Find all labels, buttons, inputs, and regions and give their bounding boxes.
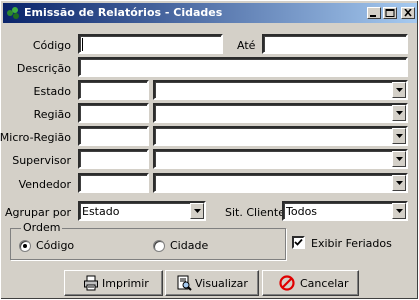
printer-icon — [84, 275, 98, 291]
visualizar-button[interactable]: Visualizar — [165, 270, 259, 296]
regiao-select[interactable] — [153, 103, 408, 123]
codigo-label: Código — [32, 39, 71, 52]
sitcliente-label: Sit. Cliente — [225, 206, 285, 219]
estado-dropdown-button[interactable] — [392, 82, 406, 98]
microregiao-label: Micro-Região — [0, 131, 71, 144]
maximize-button[interactable] — [383, 7, 397, 19]
close-icon — [404, 9, 412, 17]
cancel-icon — [279, 275, 295, 291]
chevron-down-icon — [396, 209, 403, 213]
ordem-legend: Ordem — [21, 221, 63, 234]
maximize-icon — [385, 9, 395, 17]
descricao-label: Descrição — [16, 62, 71, 75]
agrupar-select[interactable]: Estado — [78, 201, 206, 221]
chevron-down-icon — [396, 157, 403, 161]
ordem-codigo-radio[interactable] — [19, 240, 31, 252]
ate-label: Até — [237, 39, 256, 52]
preview-icon — [177, 275, 192, 291]
microregiao-select[interactable] — [153, 126, 408, 146]
supervisor-code-input[interactable] — [78, 149, 149, 169]
microregiao-code-input[interactable] — [78, 126, 149, 146]
close-button[interactable] — [401, 7, 415, 19]
text-caret — [82, 38, 83, 51]
chevron-down-icon — [396, 181, 403, 185]
minimize-icon — [370, 15, 376, 17]
agrupar-label: Agrupar por — [5, 206, 71, 219]
ordem-cidade-label[interactable]: Cidade — [170, 239, 208, 252]
window-title: Emissão de Relatórios - Cidades — [24, 6, 223, 19]
cancelar-button[interactable]: Cancelar — [262, 270, 359, 296]
app-icon — [7, 7, 19, 19]
visualizar-label: Visualizar — [195, 277, 248, 290]
title-bar[interactable]: Emissão de Relatórios - Cidades — [3, 3, 417, 23]
imprimir-label: Imprimir — [102, 277, 149, 290]
imprimir-button[interactable]: Imprimir — [64, 270, 163, 296]
supervisor-label: Supervisor — [12, 154, 71, 167]
exibir-feriados-checkbox[interactable] — [292, 236, 305, 249]
chevron-down-icon — [396, 111, 403, 115]
codigo-input[interactable] — [78, 34, 223, 54]
estado-select[interactable] — [153, 80, 408, 100]
chevron-down-icon — [396, 88, 403, 92]
report-window: Emissão de Relatórios - Cidades Código A… — [0, 0, 419, 300]
chevron-down-icon — [194, 209, 201, 213]
regiao-label: Região — [33, 108, 71, 121]
exibir-feriados-label[interactable]: Exibir Feriados — [311, 237, 392, 250]
supervisor-select[interactable] — [153, 149, 408, 169]
vendedor-select[interactable] — [153, 173, 408, 193]
chevron-down-icon — [396, 134, 403, 138]
vendedor-label: Vendedor — [18, 178, 71, 191]
sitcliente-dropdown-button[interactable] — [392, 203, 406, 219]
descricao-input[interactable] — [78, 57, 408, 77]
regiao-dropdown-button[interactable] — [392, 105, 406, 121]
supervisor-dropdown-button[interactable] — [392, 151, 406, 167]
checkmark-icon — [294, 238, 303, 246]
estado-label: Estado — [33, 85, 71, 98]
ordem-group: Ordem Código Cidade — [10, 221, 286, 260]
ordem-cidade-radio[interactable] — [153, 240, 165, 252]
radio-selected-dot — [23, 244, 27, 248]
minimize-button[interactable] — [367, 7, 381, 19]
ate-input[interactable] — [262, 34, 408, 54]
vendedor-code-input[interactable] — [78, 173, 149, 193]
agrupar-dropdown-button[interactable] — [190, 203, 204, 219]
cancelar-label: Cancelar — [300, 277, 349, 290]
microregiao-dropdown-button[interactable] — [392, 128, 406, 144]
ordem-codigo-label[interactable]: Código — [36, 239, 74, 252]
estado-code-input[interactable] — [78, 80, 149, 100]
sitcliente-select[interactable]: Todos — [282, 201, 408, 221]
regiao-code-input[interactable] — [78, 103, 149, 123]
vendedor-dropdown-button[interactable] — [392, 175, 406, 191]
